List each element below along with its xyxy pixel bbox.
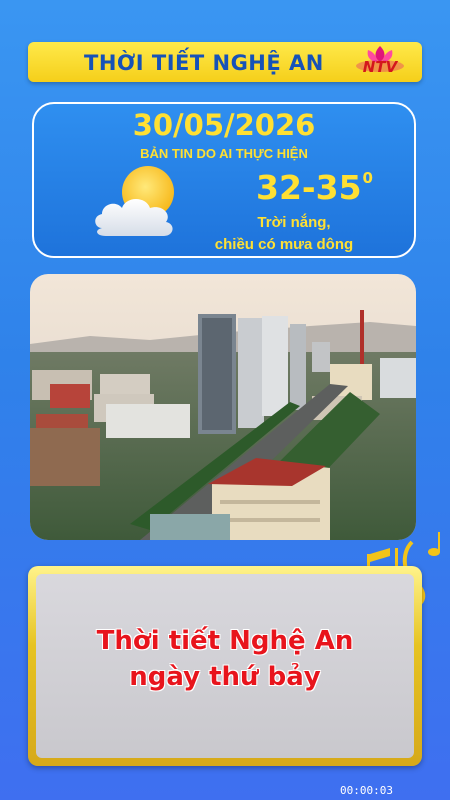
video-timestamp: 00:00:03 [340, 784, 393, 797]
degree-symbol: 0 [362, 169, 373, 187]
page-title: THỜI TIẾT NGHỆ AN [84, 51, 324, 75]
temperature-range: 32-35 [256, 168, 362, 207]
header-banner: THỜI TIẾT NGHỆ AN NTV [28, 42, 422, 82]
forecast-date: 30/05/2026 [132, 108, 316, 142]
message-panel: Thời tiết Nghệ An ngày thứ bảy [36, 574, 414, 758]
message-line1: Thời tiết Nghệ An [96, 626, 354, 656]
ntv-logo-icon: NTV [356, 46, 404, 76]
sun-behind-cloud-icon [95, 166, 174, 236]
city-skyline-illustration [30, 274, 416, 540]
message-line2: ngày thứ bảy [129, 662, 321, 692]
ntv-logo-text: NTV [363, 58, 399, 76]
weather-description-line1: Trời nắng, [257, 214, 331, 231]
forecast-subtitle: BẢN TIN DO AI THỰC HIỆN [140, 146, 308, 161]
temperature-value: 32-350 [256, 168, 373, 207]
weather-description-line2: chiều có mưa dông [214, 236, 354, 253]
message-frame: Thời tiết Nghệ An ngày thứ bảy [28, 566, 422, 766]
forecast-card: 30/05/2026 BẢN TIN DO AI THỰC HIỆN 32-35… [32, 102, 416, 258]
city-aerial-photo [30, 274, 416, 540]
